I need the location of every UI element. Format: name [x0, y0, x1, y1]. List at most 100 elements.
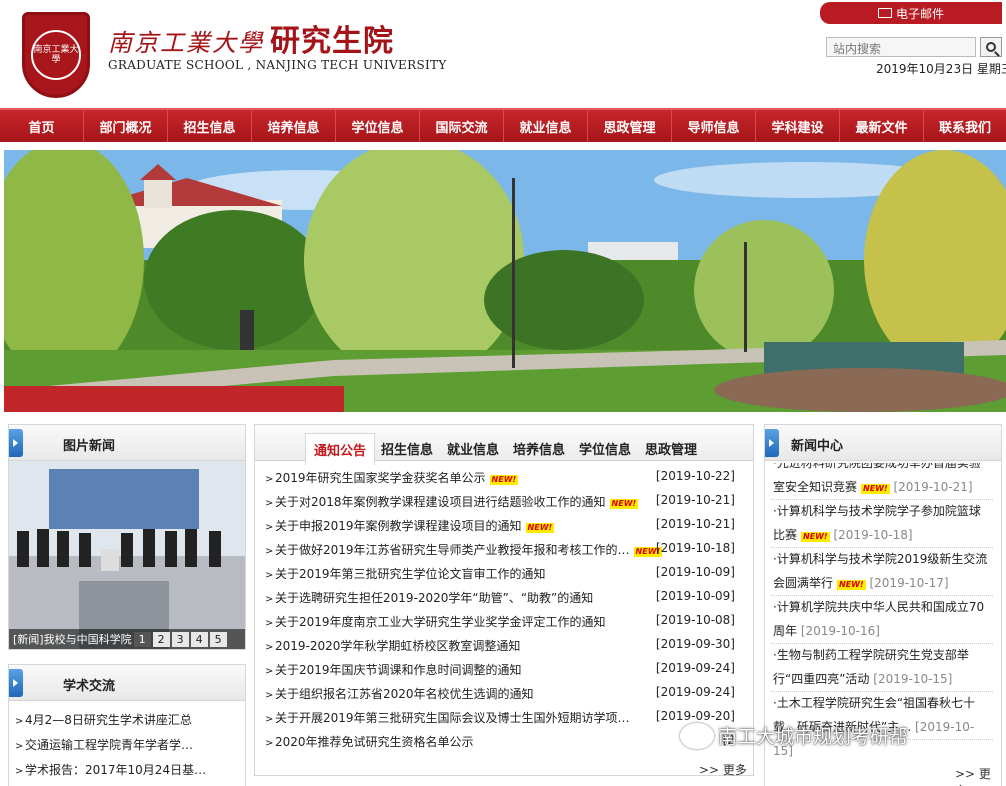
notice-item[interactable]: >2019年研究生国家奖学金获奖名单公示 NEW! [2019-10-22]: [265, 469, 745, 486]
notice-item-title: 关于对2018年案例教学课程建设项目进行结题验收工作的通知: [275, 495, 606, 509]
notice-more-link[interactable]: >> 更多: [699, 761, 747, 778]
notice-item-title: 关于2019年第三批研究生学位论文盲审工作的通知: [275, 567, 546, 581]
notice-item[interactable]: > 关于做好2019年江苏省研究生导师类产业教授年报和考核工作的… NEW! [201…: [265, 541, 745, 558]
notice-item-date: [2019-09-24]: [655, 685, 735, 699]
academic-item[interactable]: >4月2—8日研究生学术讲座汇总: [15, 711, 251, 728]
notice-item[interactable]: > 关于开展2019年第三批研究生国际会议及博士生国外短期访学项… [2019-09…: [265, 709, 745, 726]
tab-employment[interactable]: 就业信息: [447, 439, 499, 458]
logo-english-name: GRADUATE SCHOOL , NANJING TECH UNIVERSIT…: [108, 58, 447, 72]
university-seal-logo[interactable]: 南京工業大學: [22, 12, 90, 98]
nav-item-ideology[interactable]: 思政管理: [588, 110, 672, 142]
photo-news-image[interactable]: [新闻]我校与中国科学院 1 2 3 4 5: [9, 461, 245, 649]
nav-item-about[interactable]: 部门概况: [84, 110, 168, 142]
date-text: 2019年10月23日: [876, 62, 974, 76]
logo-school-name: 研究生院: [270, 24, 394, 59]
photo-news-panel: 图片新闻 [新闻]我校与中国科学院 1 2 3 4 5: [8, 424, 246, 650]
notice-item-date: [2019-10-09]: [655, 565, 735, 579]
notice-item[interactable]: >2019-2020学年秋学期虹桥校区教室调整通知 [2019-09-30]: [265, 637, 745, 654]
notice-item[interactable]: > 关于对2018年案例教学课程建设项目进行结题验收工作的通知 NEW! [2019-…: [265, 493, 745, 510]
notice-item-title: 2019年研究生国家奖学金获奖名单公示: [275, 471, 486, 485]
notice-item-title: 2019-2020学年秋学期虹桥校区教室调整通知: [275, 639, 521, 653]
arrow-icon: >: [15, 741, 24, 752]
arrow-icon: >: [265, 738, 274, 749]
weekday-text: 星期三: [976, 62, 1006, 76]
notice-item[interactable]: > 关于2019年国庆节调课和作息时间调整的通知 [2019-09-24]: [265, 661, 745, 678]
news-item[interactable]: ·计算机学院共庆中华人民共和国成立70周年 [2019-10-16]: [773, 595, 991, 643]
arrow-icon: >: [265, 546, 274, 557]
academic-item[interactable]: > 学术报告：2017年10月24日基…: [15, 761, 251, 778]
notice-item[interactable]: > 关于选聘研究生担任2019-2020学年“助管”、“助教”的通知 [2019-1…: [265, 589, 745, 606]
pager-1[interactable]: 1: [133, 631, 151, 647]
pager-3[interactable]: 3: [171, 631, 189, 647]
notice-item-title: 关于2019年度南京工业大学研究生学业奖学金评定工作的通知: [275, 615, 606, 629]
news-center-header: 新闻中心: [765, 425, 1001, 461]
watermark-text: 南工大城市规划考研帮: [718, 726, 909, 748]
news-item[interactable]: ·计算机科学与技术学院2019级新生交流会圆满举行 NEW! [2019-10-1…: [773, 547, 991, 595]
section-marker-icon: [765, 429, 779, 457]
main-nav: 首页 部门概况 招生信息 培养信息 学位信息 国际交流 就业信息 思政管理 导师…: [0, 108, 1006, 142]
nav-item-disciplines[interactable]: 学科建设: [756, 110, 840, 142]
news-item-date: [2019-10-21]: [893, 480, 973, 494]
academic-title: 学术交流: [63, 679, 116, 694]
notice-item-date: [2019-09-20]: [655, 709, 735, 723]
news-item-date: [2019-10-16]: [800, 624, 880, 638]
tab-ideology[interactable]: 思政管理: [645, 439, 697, 458]
envelope-icon: [877, 8, 892, 18]
news-item[interactable]: ·生物与制药工程学院研究生党支部举行“四重四亮”活动 [2019-10-15]: [773, 643, 991, 691]
arrow-icon: >: [265, 618, 274, 629]
news-more-link[interactable]: >> 更多: [955, 765, 1001, 786]
seal-text: 南京工業大學: [33, 45, 79, 65]
site-logo-title[interactable]: 南京工業大學 研究生院: [108, 16, 394, 60]
nav-item-admission[interactable]: 招生信息: [168, 110, 252, 142]
tab-training[interactable]: 培养信息: [513, 439, 565, 458]
new-badge: NEW!: [837, 580, 866, 590]
notice-item-title: 2020年推荐免试研究生资格名单公示: [275, 735, 474, 749]
news-item[interactable]: ·先进材料研究院团委成功举办首届实验室安全知识竞赛 NEW! [2019-10-2…: [773, 463, 991, 499]
page: 南京工業大學 南京工業大學 研究生院 GRADUATE SCHOOL , NANJ…: [0, 0, 1006, 786]
academic-item-title: 交通运输工程学院青年学者学…: [25, 738, 194, 752]
nav-item-degree[interactable]: 学位信息: [336, 110, 420, 142]
photo-news-header: 图片新闻: [9, 425, 245, 461]
nav-item-employment[interactable]: 就业信息: [504, 110, 588, 142]
wechat-icon: [680, 722, 714, 749]
search-button[interactable]: [980, 37, 1002, 57]
notice-item-date: [2019-10-18]: [655, 541, 735, 555]
notice-item[interactable]: > 关于2019年度南京工业大学研究生学业奖学金评定工作的通知 [2019-10-0…: [265, 613, 745, 630]
notice-item[interactable]: >2020年推荐免试研究生资格名单公示 [2: [265, 733, 745, 750]
search-input[interactable]: 站内搜索: [826, 37, 976, 57]
arrow-icon: >: [265, 474, 274, 485]
pager-4[interactable]: 4: [190, 631, 208, 647]
new-badge: NEW!: [525, 523, 555, 533]
tab-degree[interactable]: 学位信息: [579, 439, 631, 458]
email-button[interactable]: 电子邮件: [820, 2, 1002, 24]
nav-item-supervisors[interactable]: 导师信息: [672, 110, 756, 142]
notice-item-date: [2019-09-30]: [655, 637, 735, 651]
academic-item[interactable]: > 交通运输工程学院青年学者学…: [15, 736, 251, 753]
pager-2[interactable]: 2: [152, 631, 170, 647]
email-label: 电子邮件: [895, 6, 944, 21]
campus-scene: [4, 150, 1006, 412]
arrow-icon: >: [15, 716, 24, 727]
current-date: 2019年10月23日 星期三: [876, 60, 1006, 77]
site-header: 南京工業大學 南京工業大學 研究生院 GRADUATE SCHOOL , NANJ…: [0, 0, 1006, 107]
pager-5[interactable]: 5: [209, 631, 227, 647]
arrow-icon: >: [265, 498, 274, 509]
notice-item[interactable]: > 关于2019年第三批研究生学位论文盲审工作的通知 [2019-10-09]: [265, 565, 745, 582]
notice-item[interactable]: > 关于组织报名江苏省2020年名校优生选调的通知 [2019-09-24]: [265, 685, 745, 702]
tab-notices[interactable]: 通知公告: [305, 433, 376, 465]
nav-item-training[interactable]: 培养信息: [252, 110, 336, 142]
tab-admission[interactable]: 招生信息: [381, 439, 433, 458]
nav-item-latest-docs[interactable]: 最新文件: [840, 110, 924, 142]
notice-item-date: [2019-10-22]: [655, 469, 735, 483]
news-item[interactable]: ·计算机科学与技术学院学子参加院篮球比赛 NEW! [2019-10-18]: [773, 499, 991, 547]
nav-item-contact[interactable]: 联系我们: [924, 110, 1006, 142]
arrow-icon: >: [265, 690, 274, 701]
notice-item[interactable]: > 关于申报2019年案例教学课程建设项目的通知 NEW! [2019-10-21]: [265, 517, 745, 534]
search-icon: [986, 42, 996, 52]
news-item-date: [2019-10-17]: [869, 576, 949, 590]
academic-item-title: 4月2—8日研究生学术讲座汇总: [25, 713, 192, 727]
photo-caption[interactable]: [新闻]我校与中国科学院: [13, 631, 132, 647]
nav-item-international[interactable]: 国际交流: [420, 110, 504, 142]
academic-header: 学术交流: [9, 665, 245, 701]
nav-item-home[interactable]: 首页: [0, 110, 84, 142]
